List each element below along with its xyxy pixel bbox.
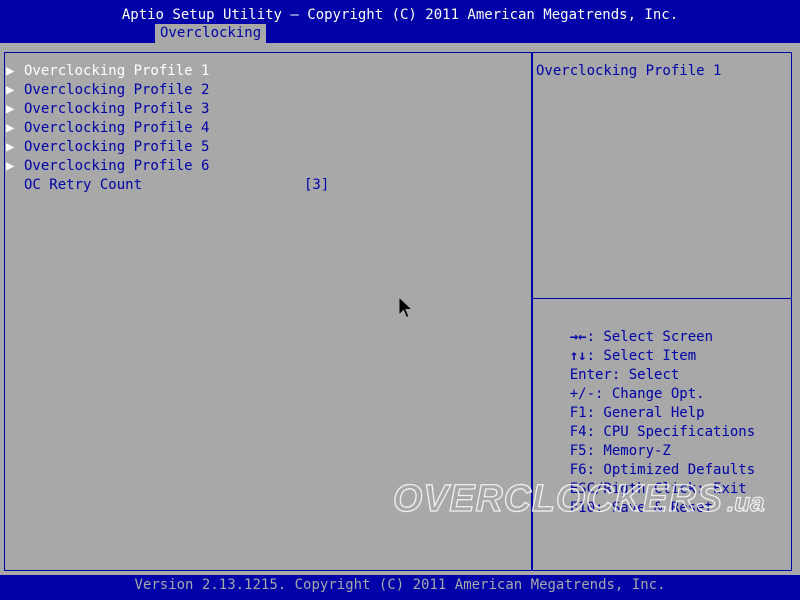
menu-item-overclocking-profile-1[interactable]: ▶ Overclocking Profile 1 [6, 62, 526, 81]
menu-item-overclocking-profile-5[interactable]: ▶ Overclocking Profile 5 [6, 138, 526, 157]
menu-item-label: Overclocking Profile 2 [24, 82, 210, 98]
submenu-arrow-icon: ▶ [6, 158, 15, 174]
version-text: Version 2.13.1215. Copyright (C) 2011 Am… [134, 577, 666, 593]
oc-retry-count-option[interactable]: OC Retry Count [3] [6, 176, 526, 195]
app-title: Aptio Setup Utility – Copyright (C) 2011… [121, 7, 679, 23]
oc-retry-count-label: OC Retry Count [24, 177, 143, 193]
footer-bar: Version 2.13.1215. Copyright (C) 2011 Am… [0, 575, 800, 600]
menu-item-label: Overclocking Profile 4 [24, 120, 210, 136]
help-description: Overclocking Profile 1 [536, 63, 722, 79]
menu-item-overclocking-profile-3[interactable]: ▶ Overclocking Profile 3 [6, 100, 526, 119]
submenu-arrow-icon: ▶ [6, 120, 15, 136]
mouse-pointer-icon [398, 296, 414, 319]
menu-item-label: Overclocking Profile 3 [24, 101, 210, 117]
title-bar: Aptio Setup Utility – Copyright (C) 2011… [0, 0, 800, 43]
help-divider [533, 298, 792, 299]
submenu-arrow-icon: ▶ [6, 139, 15, 155]
menu-item-label: Overclocking Profile 1 [24, 63, 210, 79]
oc-retry-count-value[interactable]: [3] [304, 176, 329, 195]
submenu-arrow-icon: ▶ [6, 82, 15, 98]
menu-item-overclocking-profile-2[interactable]: ▶ Overclocking Profile 2 [6, 81, 526, 100]
menu-item-label: Overclocking Profile 6 [24, 158, 210, 174]
tab-overclocking[interactable]: Overclocking [155, 24, 267, 43]
menu-item-label: Overclocking Profile 5 [24, 139, 210, 155]
menu-item-overclocking-profile-4[interactable]: ▶ Overclocking Profile 4 [6, 119, 526, 138]
overclockers-watermark-logo: OVERCLOCKERS .ua [393, 478, 765, 518]
svg-text:OVERCLOCKERS: OVERCLOCKERS [393, 478, 723, 518]
submenu-arrow-icon: ▶ [6, 63, 15, 79]
svg-text:.ua: .ua [727, 487, 765, 517]
menu-item-overclocking-profile-6[interactable]: ▶ Overclocking Profile 6 [6, 157, 526, 176]
submenu-arrow-icon: ▶ [6, 101, 15, 117]
